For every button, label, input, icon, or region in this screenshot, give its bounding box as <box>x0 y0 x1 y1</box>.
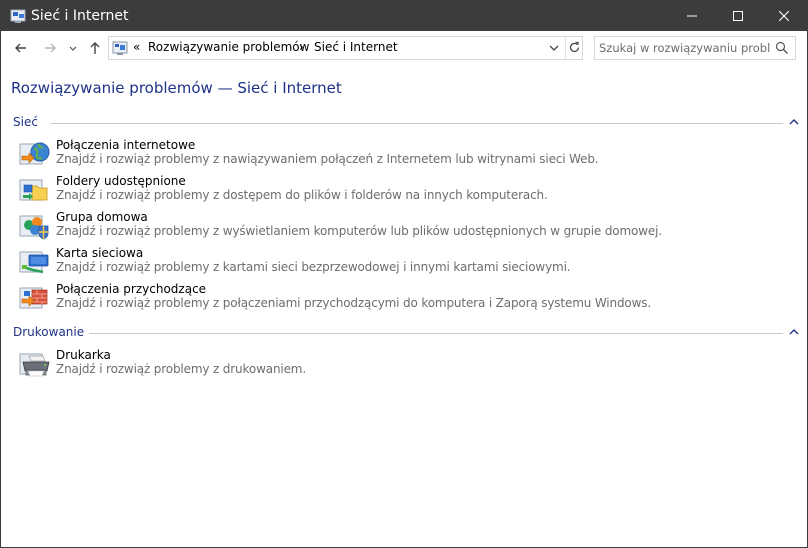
shared-folder-icon <box>19 179 48 201</box>
troubleshooter-name[interactable]: Karta sieciowa <box>56 246 143 260</box>
breadcrumb-separator[interactable]: › <box>299 40 304 55</box>
control-panel-icon <box>112 41 128 55</box>
search-input[interactable] <box>599 39 771 57</box>
incoming-connections-icon <box>19 287 48 309</box>
refresh-icon <box>569 41 580 53</box>
address-divider <box>565 37 566 59</box>
breadcrumb-overflow[interactable]: « <box>133 40 140 54</box>
troubleshooter-description: Znajdź i rozwiąż problemy z wyświetlanie… <box>56 224 662 238</box>
troubleshooter-network-adapter[interactable]: Karta sieciowa Znajdź i rozwiąż problemy… <box>19 246 779 278</box>
troubleshooter-printer[interactable]: Drukarka Znajdź i rozwiąż problemy z dru… <box>19 348 779 380</box>
arrow-right-icon <box>45 43 56 53</box>
network-adapter-icon <box>19 251 49 274</box>
section-divider <box>51 123 783 124</box>
troubleshooter-description: Znajdź i rozwiąż problemy z kartami siec… <box>56 260 571 274</box>
search-box[interactable] <box>594 36 796 60</box>
maximize-icon <box>733 11 743 21</box>
maximize-button[interactable] <box>715 1 761 31</box>
section-label-network: Sieć <box>13 115 43 129</box>
troubleshooter-description: Znajdź i rozwiąż problemy z połączeniami… <box>56 296 652 310</box>
address-bar[interactable]: « Rozwiązywanie problemów › Sieć i Inter… <box>108 36 583 60</box>
window-title: Sieć i Internet <box>31 8 129 24</box>
internet-globe-icon <box>19 142 50 165</box>
back-button[interactable] <box>13 40 29 56</box>
troubleshooter-incoming-connections[interactable]: Połączenia przychodzące Znajdź i rozwiąż… <box>19 282 779 314</box>
page-title: Rozwiązywanie problemów — Sieć i Interne… <box>11 79 342 97</box>
close-button[interactable] <box>761 1 807 31</box>
chevron-down-icon <box>549 45 559 51</box>
title-bar[interactable]: Sieć i Internet <box>1 1 807 31</box>
network-troubleshoot-icon <box>10 9 26 23</box>
chevron-up-icon[interactable] <box>789 327 799 337</box>
troubleshooter-description: Znajdź i rozwiąż problemy z dostępem do … <box>56 188 548 202</box>
breadcrumb-network-internet[interactable]: Sieć i Internet <box>314 40 398 55</box>
chevron-up-icon[interactable] <box>789 117 799 127</box>
section-label-printing: Drukowanie <box>13 325 90 339</box>
troubleshooter-shared-folders[interactable]: Foldery udostępnione Znajdź i rozwiąż pr… <box>19 174 779 206</box>
close-icon <box>779 11 789 21</box>
troubleshooter-name[interactable]: Połączenia przychodzące <box>56 282 206 296</box>
minimize-icon <box>687 15 697 17</box>
troubleshooter-name[interactable]: Drukarka <box>56 348 111 362</box>
up-button[interactable] <box>87 40 103 56</box>
printer-icon <box>19 353 50 377</box>
troubleshooter-name[interactable]: Połączenia internetowe <box>56 138 195 152</box>
homegroup-icon <box>19 215 49 240</box>
arrow-up-icon <box>90 42 100 54</box>
refresh-button[interactable] <box>567 37 582 59</box>
breadcrumb-troubleshooting[interactable]: Rozwiązywanie problemów <box>148 40 309 55</box>
troubleshooter-homegroup[interactable]: Grupa domowa Znajdź i rozwiąż problemy z… <box>19 210 779 242</box>
troubleshooter-name[interactable]: Grupa domowa <box>56 210 148 224</box>
minimize-button[interactable] <box>669 1 715 31</box>
chevron-down-icon <box>69 46 77 51</box>
address-dropdown-button[interactable] <box>545 37 563 59</box>
forward-button[interactable] <box>42 40 58 56</box>
arrow-left-icon <box>15 43 26 53</box>
navigation-toolbar: « Rozwiązywanie problemów › Sieć i Inter… <box>1 31 807 65</box>
section-header-network[interactable]: Sieć <box>13 115 799 131</box>
troubleshooter-description: Znajdź i rozwiąż problemy z nawiązywanie… <box>56 152 599 166</box>
search-icon[interactable] <box>775 41 789 55</box>
troubleshooting-window: Sieć i Internet « Rozwiązywanie problemó… <box>0 0 808 548</box>
troubleshooter-internet-connections[interactable]: Połączenia internetowe Znajdź i rozwiąż … <box>19 138 779 170</box>
recent-locations-button[interactable] <box>68 40 78 56</box>
troubleshooter-description: Znajdź i rozwiąż problemy z drukowaniem. <box>56 362 307 376</box>
section-divider <box>83 333 783 334</box>
troubleshooter-name[interactable]: Foldery udostępnione <box>56 174 186 188</box>
section-header-printing[interactable]: Drukowanie <box>13 325 799 341</box>
